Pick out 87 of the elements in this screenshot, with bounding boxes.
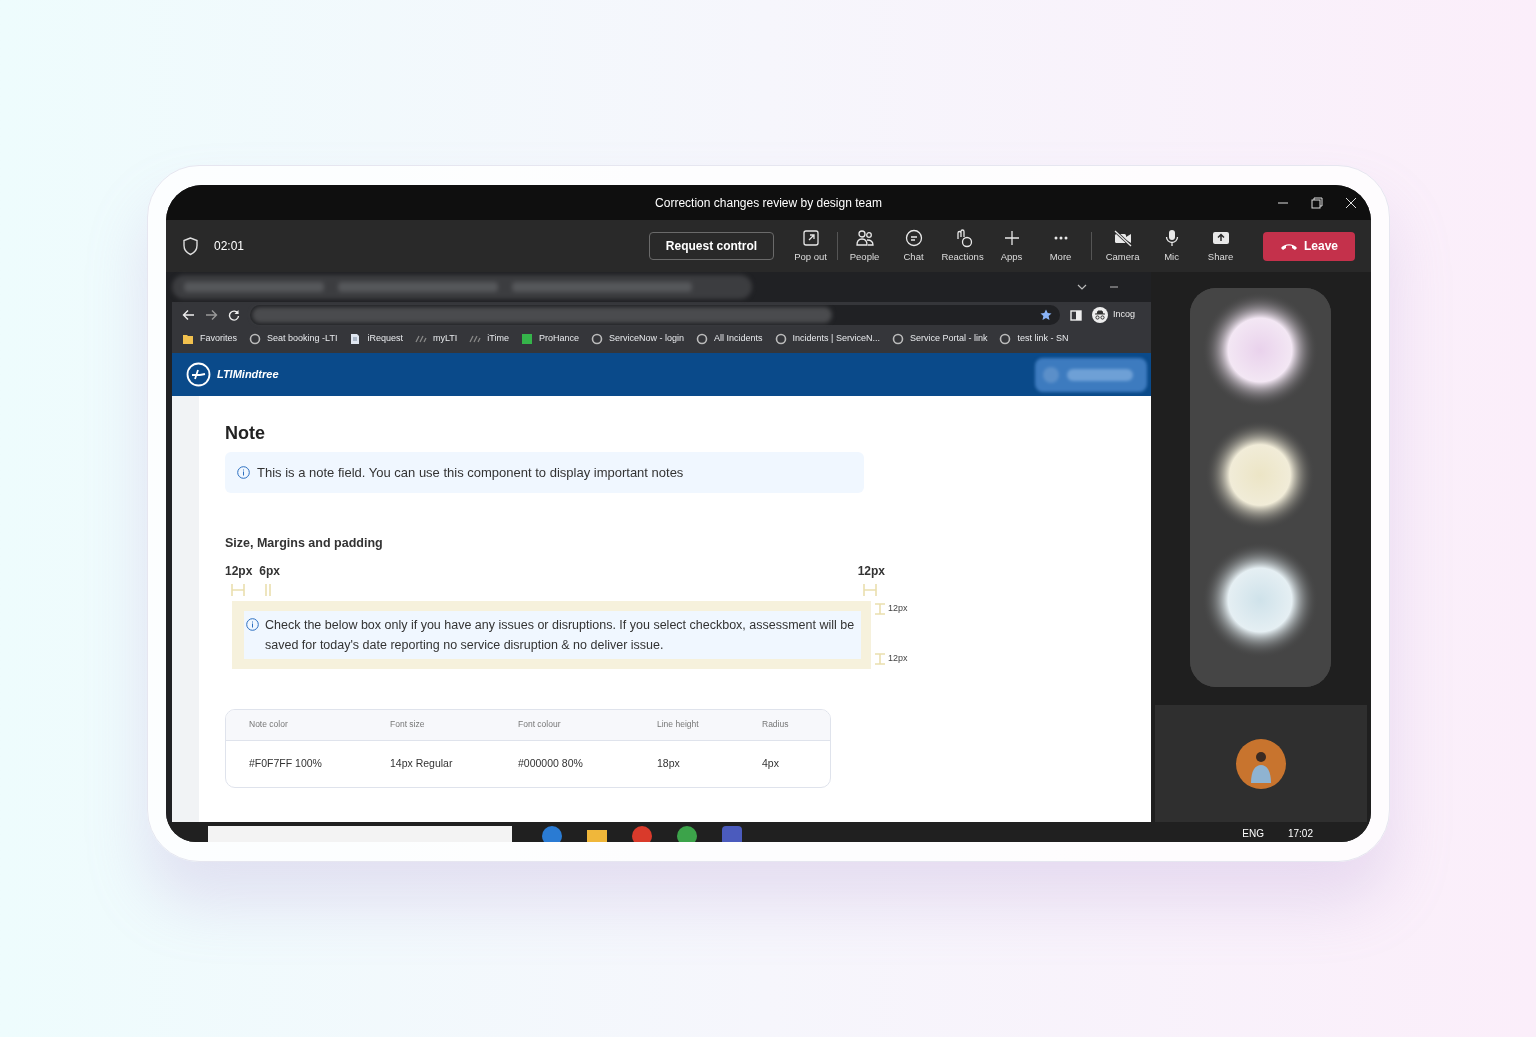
toolbar-button[interactable]: Mic [1147,224,1197,268]
table-cell-text: #F0F7FF 100% [249,755,323,771]
forward-icon[interactable] [205,309,218,321]
spacing-marker-icon [265,583,271,596]
bookmark-link[interactable]: Favorites [182,332,237,346]
globe-icon [590,333,603,345]
globe-icon [774,333,787,345]
toolbar-button[interactable]: Chat [889,224,939,268]
section-title: Size, Margins and padding [225,535,384,552]
side-panel-icon[interactable] [1070,309,1082,321]
taskbar-search-field[interactable] [208,826,512,842]
spacing-label: 12px [857,562,885,580]
request-control-button[interactable]: Request control [649,232,775,260]
spacing-marker-icon [231,583,245,596]
toolbar-button[interactable]: Share [1196,224,1246,268]
globe-icon [999,333,1012,345]
spacing-label: 6px [259,562,281,580]
restore-icon[interactable] [1311,196,1323,209]
chevron-down-icon[interactable] [1077,283,1087,291]
app-icon[interactable] [542,826,562,842]
document-icon [349,333,362,345]
app-icon[interactable] [632,826,652,842]
toolbar-button[interactable]: Camera [1098,224,1148,268]
address-field[interactable] [250,305,1060,325]
star-icon[interactable] [1040,309,1052,321]
column-header: Note color [249,718,289,732]
note-text: This is a note field. You can use this component to display important notes [257,463,684,482]
profile-label: Incog [1113,308,1136,322]
pop-out-icon [800,227,821,248]
camera-off-icon [1112,227,1133,248]
bookmark-link[interactable]: test link - SN [999,332,1069,346]
leave-button[interactable]: Leave [1263,231,1356,261]
back-icon[interactable] [182,309,195,321]
column-header: Line height [657,718,700,732]
chat-icon [903,227,924,248]
info-icon [237,466,250,479]
language-indicator[interactable]: ENG [1242,826,1264,841]
spacing-label: 12px [888,652,908,666]
table-cell-text: 4px [762,755,780,771]
section-heading: Note [225,422,266,444]
meeting-title: Correction changes review by design team [654,194,883,212]
shield-icon [182,236,199,256]
bookmark-link[interactable]: ProHance [520,332,579,346]
avatar [1236,738,1286,789]
info-icon [246,617,259,631]
table-cell-text: 14px Regular [390,755,454,771]
spacing-label: 12px [888,601,908,615]
app-icon[interactable] [677,826,697,842]
table-cell-text: #000000 80% [518,755,584,771]
more-icon [1053,235,1068,240]
bookmark-link[interactable]: All Incidents [696,332,763,346]
folder-icon [182,333,194,345]
bookmark-link[interactable]: myLTI [414,332,458,346]
user-menu[interactable] [1035,357,1147,392]
meeting-timer: 02:01 [214,238,245,255]
spacing-marker-icon [875,602,885,615]
spacing-marker-icon [875,653,885,665]
bookmark-link[interactable]: iTime [469,332,509,346]
incognito-icon[interactable] [1092,307,1108,323]
toolbar-button[interactable]: People [840,224,890,268]
globe-icon [696,333,708,345]
reload-icon[interactable] [228,309,240,321]
minimize-icon[interactable] [1109,283,1119,291]
square-icon [520,333,533,345]
hang-up-icon [1280,241,1298,251]
toolbar-button[interactable]: Reactions [938,224,988,268]
bookmark-link[interactable]: Incidents | ServiceN... [774,332,880,346]
bookmark-link[interactable]: iRequest [349,332,403,346]
globe-icon [891,333,904,345]
spacing-marker-icon [863,583,877,596]
bookmark-link[interactable]: ServiceNow - login [590,332,684,346]
spacing-label: 12px [225,562,253,580]
column-header: Font colour [518,718,562,732]
table-cell-text: 18px [657,755,681,771]
toolbar-button[interactable]: Apps [987,224,1037,268]
callout-text: Check the below box only if you have any issues or disruptions. If you select checkbox, assessment will be saved for today's date reporting no service disruption & no deliver issue. [265,616,856,654]
people-icon [854,227,875,248]
clock[interactable]: 17:02 [1287,826,1313,841]
bookmark-link[interactable]: Service Portal - link [891,332,988,346]
column-header: Font size [390,718,426,732]
brand-name: LTIMindtree [217,367,279,383]
bookmark-link[interactable]: Seat booking -LTI [249,332,338,346]
toolbar-button[interactable]: More [1036,224,1086,268]
toolbar-button[interactable]: Pop out [786,224,836,268]
column-header: Radius [762,718,790,732]
globe-icon [249,333,261,345]
close-icon[interactable] [1345,196,1357,209]
